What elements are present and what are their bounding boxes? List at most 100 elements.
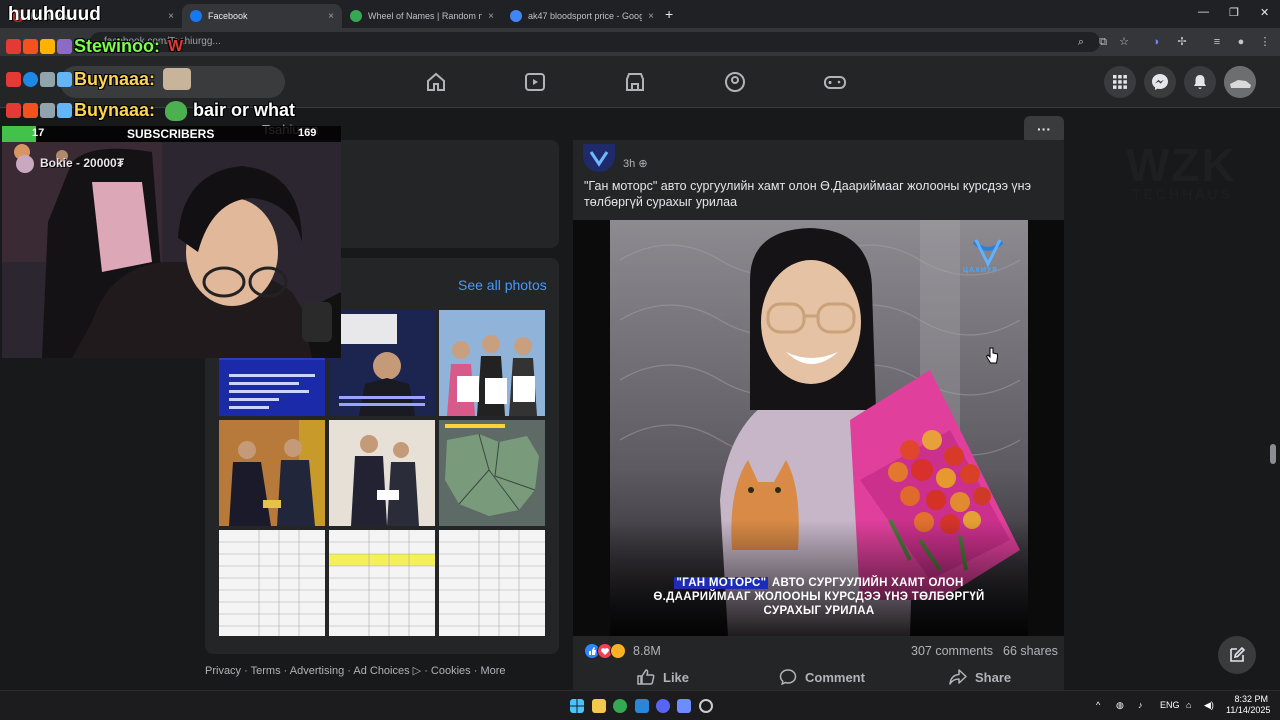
steam-icon[interactable] bbox=[635, 699, 649, 713]
messenger-icon[interactable] bbox=[1144, 66, 1176, 98]
marketplace-icon[interactable] bbox=[623, 70, 647, 94]
chat-line: Stewinoo: W bbox=[6, 36, 183, 57]
overlay-highlight: "ГАН МОТОРС" bbox=[674, 577, 769, 589]
photo-thumbnail[interactable] bbox=[439, 420, 545, 526]
chat-emote-image bbox=[163, 68, 192, 90]
new-tab-button[interactable]: + bbox=[665, 6, 673, 22]
chat-emote: W bbox=[168, 37, 184, 55]
like-icon bbox=[637, 669, 655, 685]
footer-separator: · bbox=[280, 665, 290, 677]
tab-title: Wheel of Names | Random nam bbox=[368, 11, 483, 21]
footer-link-more[interactable]: More bbox=[480, 665, 505, 677]
post-image[interactable] bbox=[610, 220, 1028, 636]
address-bar[interactable]: facebook.com/Tsahiurgg... bbox=[90, 32, 1100, 52]
clock[interactable]: 8:32 PM 11/14/2025 bbox=[1226, 694, 1271, 716]
photo-thumbnail[interactable] bbox=[439, 530, 545, 636]
video-icon[interactable] bbox=[523, 70, 547, 94]
reading-list-icon[interactable]: ≡ bbox=[1210, 35, 1224, 49]
photo-thumbnail[interactable] bbox=[329, 310, 435, 416]
close-tab-icon[interactable]: × bbox=[328, 11, 334, 22]
close-tab-icon[interactable]: × bbox=[488, 11, 494, 22]
globe-icon: ⊕ bbox=[638, 158, 648, 170]
tab-facebook[interactable]: Facebook × bbox=[182, 4, 342, 28]
close-tab-icon[interactable]: × bbox=[168, 11, 174, 22]
like-label: Like bbox=[663, 669, 690, 685]
tab-google-search[interactable]: ak47 bloodsport price - Google × bbox=[502, 4, 662, 28]
channel-name: huuhduud bbox=[8, 4, 101, 25]
tray-overflow-icon[interactable]: ^ bbox=[1096, 700, 1100, 710]
comment-button[interactable]: Comment bbox=[779, 668, 865, 686]
donor-avatar bbox=[16, 155, 34, 173]
extensions-puzzle-icon[interactable]: ✢ bbox=[1175, 35, 1189, 49]
chat-username: Buynaaa: bbox=[74, 68, 156, 89]
new-message-button[interactable] bbox=[1218, 636, 1256, 674]
share-label: Share bbox=[975, 669, 1012, 685]
language-indicator[interactable]: ENG bbox=[1160, 700, 1180, 710]
app-icon[interactable] bbox=[677, 699, 691, 713]
footer-separator: · bbox=[344, 665, 354, 677]
profile-avatar-icon[interactable]: ● bbox=[1234, 35, 1248, 49]
windows-start-icon[interactable] bbox=[570, 699, 584, 713]
microphone-icon[interactable]: ♪ bbox=[1138, 700, 1143, 710]
minimize-button[interactable]: — bbox=[1198, 6, 1209, 18]
reaction-count[interactable]: 8.8M bbox=[633, 644, 661, 658]
comment-icon bbox=[779, 669, 797, 686]
browser-menu-icon[interactable]: ⋮ bbox=[1258, 35, 1272, 49]
subscriber-count: 17 bbox=[32, 127, 45, 139]
network-icon[interactable]: ◍ bbox=[1116, 700, 1124, 711]
gaming-icon[interactable] bbox=[823, 70, 847, 94]
post-meta: 3h ⊕ bbox=[623, 157, 648, 170]
overlay-line: СУРАХЫГ УРИЛАА bbox=[763, 605, 875, 617]
discord-icon[interactable] bbox=[656, 699, 670, 713]
photo-thumbnail[interactable] bbox=[219, 420, 325, 526]
close-window-button[interactable]: ✕ bbox=[1260, 6, 1269, 19]
page-avatar[interactable] bbox=[583, 144, 615, 172]
wifi-icon[interactable]: ⌂ bbox=[1186, 700, 1191, 710]
restore-button[interactable]: ❐ bbox=[1229, 6, 1239, 19]
facebook-favicon-icon bbox=[190, 10, 202, 22]
share-count[interactable]: 66 shares bbox=[1003, 644, 1058, 658]
post-time[interactable]: 3h bbox=[623, 158, 635, 170]
notifications-icon[interactable] bbox=[1184, 66, 1216, 98]
browser-toolbar: facebook.com/Tsahiurgg... ⌕ ⧉ ☆ ◗ ✢ ≡ ● … bbox=[0, 28, 1280, 56]
footer-separator: · bbox=[421, 665, 431, 677]
photo-thumbnail[interactable] bbox=[439, 310, 545, 416]
tab-wheel-of-names[interactable]: Wheel of Names | Random nam × bbox=[342, 4, 502, 28]
photo-thumbnail[interactable] bbox=[219, 530, 325, 636]
volume-icon[interactable]: ◀) bbox=[1204, 700, 1214, 711]
clock-date: 11/14/2025 bbox=[1226, 705, 1271, 715]
menu-grid-icon[interactable] bbox=[1104, 66, 1136, 98]
chat-username: Stewinoo: bbox=[74, 36, 160, 56]
post-caption: "Ган моторс" авто сургуулийн хамт олон Ө… bbox=[584, 179, 1031, 209]
install-app-icon[interactable]: ⧉ bbox=[1096, 35, 1110, 49]
photo-thumbnail[interactable] bbox=[329, 530, 435, 636]
chat-badge-icon bbox=[23, 103, 38, 118]
page-scrollbar-thumb[interactable] bbox=[1270, 444, 1276, 464]
like-button[interactable]: Like bbox=[637, 668, 689, 686]
close-tab-icon[interactable]: × bbox=[648, 11, 654, 22]
share-icon bbox=[949, 669, 967, 685]
footer-link-privacy[interactable]: Privacy bbox=[205, 665, 241, 677]
footer-link-ad-choices[interactable]: Ad Choices bbox=[353, 665, 409, 677]
zoom-icon[interactable]: ⌕ bbox=[1074, 35, 1088, 49]
groups-icon[interactable] bbox=[723, 70, 747, 94]
home-icon[interactable] bbox=[424, 70, 448, 94]
extension-icon[interactable]: ◗ bbox=[1150, 35, 1164, 49]
photo-thumbnail[interactable] bbox=[329, 420, 435, 526]
share-button[interactable]: Share bbox=[949, 668, 1011, 686]
settings-gear-icon[interactable] bbox=[699, 699, 713, 713]
tab-favicon bbox=[350, 10, 362, 22]
account-icon[interactable] bbox=[1224, 66, 1256, 98]
file-explorer-icon[interactable] bbox=[592, 699, 606, 713]
footer-link-cookies[interactable]: Cookies bbox=[431, 665, 471, 677]
reaction-icons[interactable] bbox=[584, 643, 630, 664]
subscribers-label: SUBSCRIBERS bbox=[127, 127, 215, 141]
comment-count[interactable]: 307 comments bbox=[911, 644, 993, 658]
chrome-icon[interactable] bbox=[613, 699, 627, 713]
footer-link-advertising[interactable]: Advertising bbox=[290, 665, 344, 677]
overlay-line: Ө.ДААРИЙМААГ ЖОЛООНЫ КУРСДЭЭ ҮНЭ ТӨЛБӨРГ… bbox=[653, 591, 985, 603]
see-all-photos-link[interactable]: See all photos bbox=[458, 277, 547, 293]
footer-link-terms[interactable]: Terms bbox=[251, 665, 281, 677]
bookmark-star-icon[interactable]: ☆ bbox=[1117, 35, 1131, 49]
chat-username: Buynaaa: bbox=[74, 100, 156, 120]
